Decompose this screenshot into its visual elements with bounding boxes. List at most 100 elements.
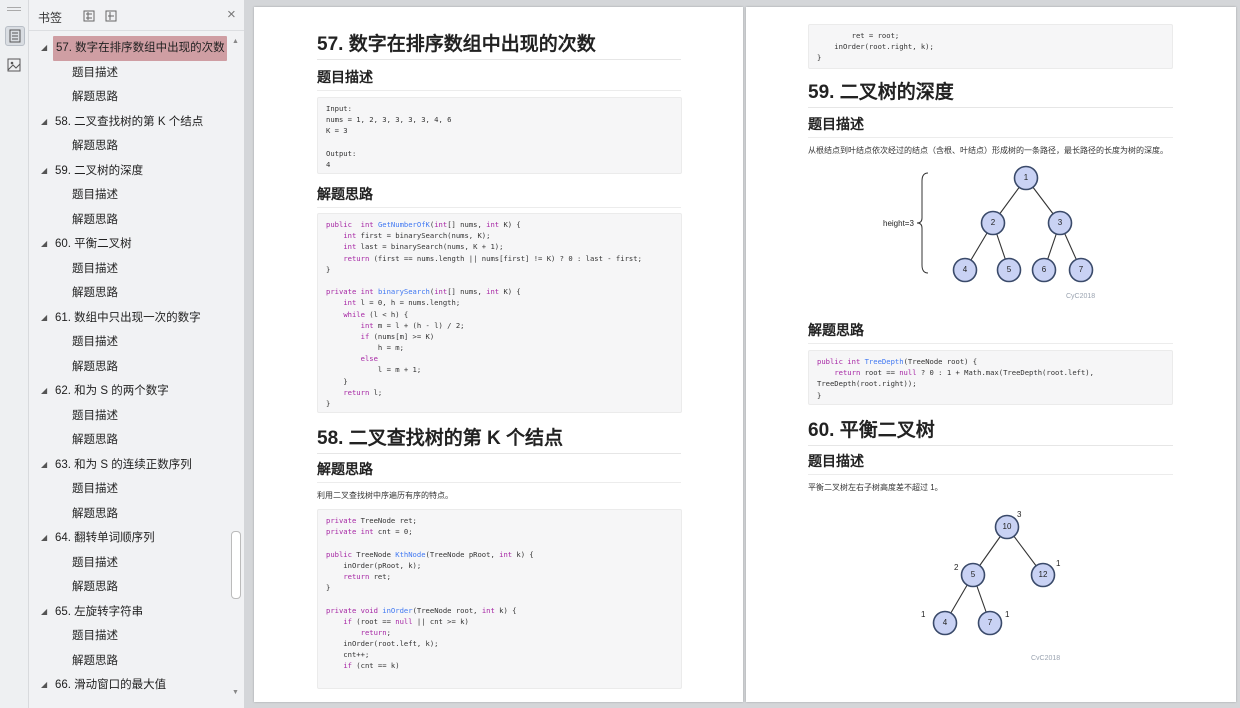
code-line: } xyxy=(817,390,822,400)
code-line: } xyxy=(326,583,331,593)
bookmark-chapter[interactable]: ◢ 59. 二叉树的深度 xyxy=(29,159,229,184)
expand-triangle-icon[interactable]: ◢ xyxy=(41,453,47,478)
tree-node: 4 xyxy=(952,257,978,283)
collapse-all-icon[interactable] xyxy=(105,9,117,22)
bookmark-chapter[interactable]: ◢ 62. 和为 S 的两个数字 xyxy=(29,379,229,404)
close-icon[interactable]: × xyxy=(227,7,236,22)
bookmark-subitem[interactable]: 解题思路 xyxy=(29,428,229,453)
expand-triangle-icon[interactable]: ◢ xyxy=(41,379,47,404)
expand-triangle-icon[interactable]: ◢ xyxy=(41,36,47,61)
code-line: public int TreeDepth(TreeNode root) { xyxy=(817,357,978,366)
expand-triangle-icon[interactable]: ◢ xyxy=(41,526,47,551)
bookmark-label: 解题思路 xyxy=(72,434,118,446)
watermark: CyC2018 xyxy=(1066,293,1095,300)
code-line: if (nums[m] >= K) xyxy=(360,331,435,341)
svg-text:5: 5 xyxy=(1007,265,1012,274)
svg-text:5: 5 xyxy=(971,570,976,579)
bookmark-subitem[interactable]: 题目描述 xyxy=(29,330,229,355)
tree-node: 7 xyxy=(1068,257,1094,283)
expand-triangle-icon[interactable]: ◢ xyxy=(41,110,47,135)
bookmark-chapter[interactable]: ◢ 58. 二叉查找树的第 K 个结点 xyxy=(29,110,229,135)
code-line: TreeDepth(root.right)); xyxy=(817,379,917,389)
bookmark-chapter[interactable]: ◢ 63. 和为 S 的连续正数序列 xyxy=(29,453,229,478)
tree-node: 6 xyxy=(1031,257,1057,283)
bookmark-label: 63. 和为 S 的连续正数序列 xyxy=(55,458,192,471)
bookmark-scrollbar[interactable]: ▲ ▼ xyxy=(229,36,242,701)
code-line: Input: xyxy=(326,104,352,113)
bookmark-subitem[interactable]: 题目描述 xyxy=(29,183,229,208)
bookmark-chapter[interactable]: ◢ 57. 数字在排序数组中出现的次数 xyxy=(41,36,227,61)
bookmark-subitem[interactable]: 题目描述 xyxy=(29,257,229,282)
bookmark-chapter[interactable]: ◢ 65. 左旋转字符串 xyxy=(29,600,229,625)
code-line: return root == null ? 0 : 1 + Math.max(T… xyxy=(834,368,1094,378)
code-line: if (root == null || cnt >= k) xyxy=(343,616,469,626)
expand-triangle-icon[interactable]: ◢ xyxy=(41,600,47,625)
height-annotation: 1 xyxy=(1005,610,1010,619)
bookmark-label: 62. 和为 S 的两个数字 xyxy=(55,385,169,397)
expand-triangle-icon[interactable]: ◢ xyxy=(41,306,47,331)
svg-text:12: 12 xyxy=(1039,570,1048,579)
bookmark-label: 题目描述 xyxy=(72,262,118,275)
code-line: private int cnt = 0; xyxy=(326,527,413,537)
bookmark-chapter[interactable]: ◢ 66. 滑动窗口的最大值 xyxy=(29,673,229,698)
code-line: l = m + 1; xyxy=(326,365,422,375)
bookmark-subitem[interactable]: 题目描述 xyxy=(29,477,229,502)
bookmark-label: 60. 平衡二叉树 xyxy=(55,238,132,250)
bookmark-chapter[interactable]: ◢ 61. 数组中只出现一次的数字 xyxy=(29,306,229,331)
bookmark-label: 66. 滑动窗口的最大值 xyxy=(55,679,167,691)
bookmark-subitem[interactable]: 题目描述 xyxy=(29,61,229,86)
expand-triangle-icon[interactable]: ◢ xyxy=(41,232,47,257)
bookmark-subitem[interactable]: 解题思路 xyxy=(29,281,229,306)
bookmark-subitem[interactable]: 解题思路 xyxy=(29,85,229,110)
example-code-block: Input: nums = 1, 2, 3, 3, 3, 3, 4, 6K = 3… xyxy=(317,97,682,174)
expand-triangle-icon[interactable]: ◢ xyxy=(41,159,47,184)
code-line: return ret; xyxy=(343,571,391,581)
bookmark-label: 解题思路 xyxy=(72,140,118,152)
code-line: ret = root; xyxy=(817,31,900,40)
scroll-thumb[interactable] xyxy=(231,531,241,599)
expand-triangle-icon[interactable]: ◢ xyxy=(41,673,47,698)
code-line: while (l < h) { xyxy=(343,309,409,319)
bookmark-subitem[interactable]: 题目描述 xyxy=(29,624,229,649)
bookmark-subitem[interactable]: 解题思路 xyxy=(29,355,229,380)
bookmark-subitem[interactable]: 题目描述 xyxy=(29,404,229,429)
svg-text:4: 4 xyxy=(943,618,948,627)
image-panel-icon[interactable] xyxy=(5,56,23,74)
svg-text:1: 1 xyxy=(1024,173,1029,182)
bookmark-subitem[interactable]: 解题思路 xyxy=(29,502,229,527)
height-annotation: 3 xyxy=(1017,510,1022,519)
bookmark-subitem[interactable]: 解题思路 xyxy=(29,134,229,159)
bookmark-label: 题目描述 xyxy=(72,630,118,642)
bookmark-label: 题目描述 xyxy=(72,66,118,79)
bookmark-subitem[interactable]: 解题思路 xyxy=(29,649,229,674)
bookmark-panel-icon[interactable] xyxy=(5,26,25,46)
bookmark-label: 解题思路 xyxy=(72,360,118,373)
bookmark-chapter[interactable]: ◢ 60. 平衡二叉树 xyxy=(29,232,229,257)
tree-node: 2 xyxy=(980,210,1006,236)
bookmark-label: 65. 左旋转字符串 xyxy=(55,605,144,618)
code-line: private int binarySearch(int[] nums, int… xyxy=(326,287,521,297)
bookmark-label: 解题思路 xyxy=(72,91,118,103)
expand-all-icon[interactable] xyxy=(83,9,95,22)
code-line: K = 3 xyxy=(326,126,348,136)
scroll-down-icon[interactable]: ▼ xyxy=(232,689,239,696)
tree-node: 4 xyxy=(932,610,958,636)
panel-title: 书签 xyxy=(38,11,63,25)
tree-node: 1 xyxy=(1013,165,1039,191)
height-label: height=3 xyxy=(883,219,914,228)
document-page-left: 57. 数字在排序数组中出现的次数 题目描述 Input: nums = 1, 2… xyxy=(254,7,743,702)
bookmark-subitem[interactable]: 解题思路 xyxy=(29,208,229,233)
bookmark-subitem[interactable]: 解题思路 xyxy=(29,575,229,600)
grip-handle[interactable] xyxy=(7,7,21,11)
code-line: h = m; xyxy=(326,343,404,353)
bookmark-chapter[interactable]: ◢ 64. 翻转单词顺序列 xyxy=(29,526,229,551)
bookmark-panel: 书签 × ◢ 57. 数字在排序数组中出现的次数 题目描述 解题思路 ◢ 58. 二叉查找… xyxy=(29,0,244,708)
code-line: } xyxy=(326,376,348,386)
section-59-text: 从根结点到叶结点依次经过的结点（含根、叶结点）形成树的一条路径，最长路径的长度为… xyxy=(808,146,1168,155)
code-line: } xyxy=(817,53,822,63)
bookmark-subitem[interactable]: 题目描述 xyxy=(29,551,229,576)
scroll-up-icon[interactable]: ▲ xyxy=(232,38,239,45)
section-58-title: 58. 二叉查找树的第 K 个结点 xyxy=(317,423,681,454)
section-57-solution-heading: 解题思路 xyxy=(317,184,681,208)
